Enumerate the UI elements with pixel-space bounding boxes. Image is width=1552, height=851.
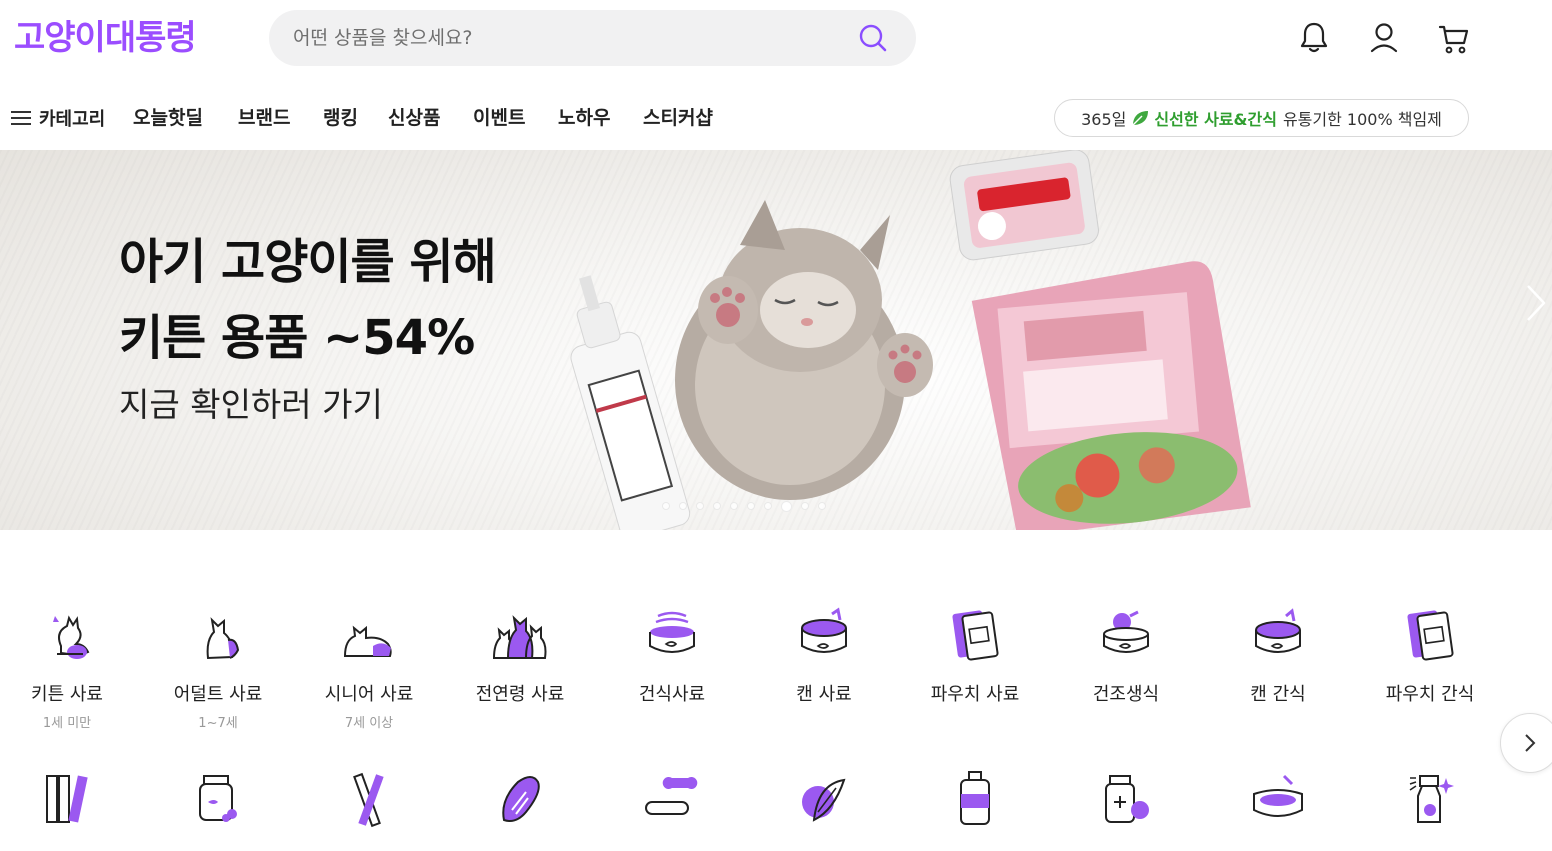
hamburger-icon — [11, 111, 31, 125]
category-can-snack[interactable]: 캔 간식 — [1208, 606, 1348, 706]
adult-cat-icon — [206, 617, 240, 660]
banner-next-arrow-icon[interactable] — [1520, 280, 1550, 326]
banner-dot[interactable] — [696, 502, 704, 510]
category-medicine[interactable] — [1056, 770, 1196, 830]
banner-dot[interactable] — [713, 502, 721, 510]
category-label: 파우치 간식 — [1385, 684, 1475, 705]
category-next-button[interactable] — [1500, 713, 1552, 773]
nav-item-hotdeal[interactable]: 오늘핫딜 — [133, 104, 203, 132]
category-label: 건조생식 — [1092, 684, 1160, 705]
banner-dot[interactable] — [747, 502, 755, 510]
freeze-dried-icon — [1103, 610, 1149, 653]
cart-icon[interactable] — [1438, 20, 1470, 56]
search-icon[interactable] — [858, 23, 888, 53]
category-menu-label: 카테고리 — [39, 109, 106, 130]
category-jerky[interactable] — [450, 770, 590, 830]
nav-item-ranking[interactable]: 랭킹 — [323, 104, 358, 132]
freshness-promo-badge[interactable]: 365일 신선한 사료&간식 유통기한 100% 책임제 — [1054, 99, 1469, 137]
pouch-food-icon — [952, 610, 999, 661]
banner-dot[interactable] — [818, 502, 826, 510]
category-pouch-food[interactable]: 파우치 사료 — [905, 606, 1045, 706]
bell-icon[interactable] — [1298, 20, 1330, 56]
nav-item-brand[interactable]: 브랜드 — [238, 104, 290, 132]
category-all-ages-food[interactable]: 전연령 사료 — [450, 606, 590, 712]
nav-item-knowhow[interactable]: 노하우 — [558, 104, 610, 132]
nav-item-event[interactable]: 이벤트 — [473, 104, 525, 132]
banner-title-line1: 아기 고양이를 위해 — [119, 234, 497, 290]
jerky-icon — [502, 776, 540, 822]
category-can-food[interactable]: 캔 사료 — [754, 606, 894, 706]
category-menu-button[interactable]: 카테고리 — [11, 104, 105, 132]
category-stick-snack[interactable] — [0, 770, 137, 830]
pouch-snack-icon — [1407, 610, 1454, 661]
category-adult-food[interactable]: 어덜트 사료 1~7세 — [148, 606, 288, 731]
category-sublabel: 1세 미만 — [42, 716, 92, 731]
category-jar-snack[interactable] — [148, 770, 288, 830]
stick-snack-icon — [46, 775, 88, 823]
banner-dot[interactable] — [730, 502, 738, 510]
medicine-icon — [1105, 775, 1149, 823]
nav-item-new[interactable]: 신상품 — [388, 104, 440, 132]
category-bed[interactable] — [1208, 770, 1348, 830]
category-label: 건식사료 — [638, 684, 706, 705]
category-biscuit[interactable] — [602, 770, 742, 830]
nav-item-sticker-shop[interactable]: 스티커샵 — [643, 104, 713, 132]
category-supplement[interactable] — [905, 770, 1045, 830]
search-bar[interactable] — [269, 10, 916, 66]
category-label: 키튼 사료 — [31, 684, 103, 705]
dry-food-bowl-icon — [649, 611, 695, 653]
category-sublabel: 1~7세 — [198, 716, 238, 731]
spray-bottle-icon — [1409, 775, 1454, 823]
kitten-icon — [53, 615, 90, 659]
leaf-icon — [1132, 111, 1149, 126]
biscuit-icon — [645, 777, 698, 815]
category-label: 캔 간식 — [1250, 684, 1306, 705]
category-label: 어덜트 사료 — [173, 684, 263, 705]
bed-icon — [1253, 774, 1303, 817]
category-dry-food[interactable]: 건식사료 — [602, 606, 742, 706]
banner-dot[interactable] — [662, 502, 670, 510]
category-cat-grass[interactable] — [754, 770, 894, 830]
category-spray[interactable] — [1360, 770, 1500, 830]
category-pouch-snack[interactable]: 파우치 간식 — [1360, 606, 1500, 706]
category-chew-stick[interactable] — [299, 770, 439, 830]
category-label: 전연령 사료 — [475, 684, 565, 705]
chew-stick-icon — [353, 772, 384, 828]
jar-snack-icon — [199, 775, 237, 822]
banner-subtitle[interactable]: 지금 확인하러 가기 — [119, 378, 383, 426]
kitten-products-illustration — [570, 150, 1251, 530]
chevron-right-icon — [1525, 734, 1536, 752]
banner-dot[interactable] — [764, 502, 772, 510]
site-logo[interactable]: 고양이대통령 — [14, 16, 197, 60]
banner-title-line2: 키튼 용품 ~54% — [119, 310, 475, 366]
user-icon[interactable] — [1368, 20, 1400, 56]
category-senior-food[interactable]: 시니어 사료 7세 이상 — [299, 606, 439, 731]
hero-banner[interactable]: 아기 고양이를 위해 키튼 용품 ~54% 지금 확인하러 가기 — [0, 150, 1552, 530]
banner-dot[interactable] — [679, 502, 687, 510]
category-kitten-food[interactable]: 키튼 사료 1세 미만 — [0, 606, 137, 731]
supplement-bottle-icon — [960, 771, 990, 825]
category-label: 캔 사료 — [796, 684, 852, 705]
search-input[interactable] — [293, 24, 833, 52]
category-label: 시니어 사료 — [324, 684, 414, 705]
can-snack-icon — [1255, 608, 1301, 653]
banner-dot[interactable] — [801, 502, 809, 510]
cat-grass-icon — [802, 778, 846, 822]
senior-cat-icon — [343, 625, 392, 657]
can-food-icon — [801, 607, 847, 653]
category-freeze-dried[interactable]: 건조생식 — [1056, 606, 1196, 706]
promo-highlight: 신선한 사료&간식 — [1154, 110, 1277, 129]
promo-prefix: 365일 — [1081, 110, 1127, 129]
category-label: 파우치 사료 — [930, 684, 1020, 705]
all-ages-cats-icon — [492, 615, 547, 659]
top-header: 고양이대통령 — [0, 0, 1552, 76]
banner-dot-active[interactable] — [781, 500, 792, 512]
category-sublabel: 7세 이상 — [344, 716, 394, 731]
promo-suffix: 유통기한 100% 책임제 — [1282, 110, 1442, 129]
banner-pagination — [662, 500, 826, 512]
